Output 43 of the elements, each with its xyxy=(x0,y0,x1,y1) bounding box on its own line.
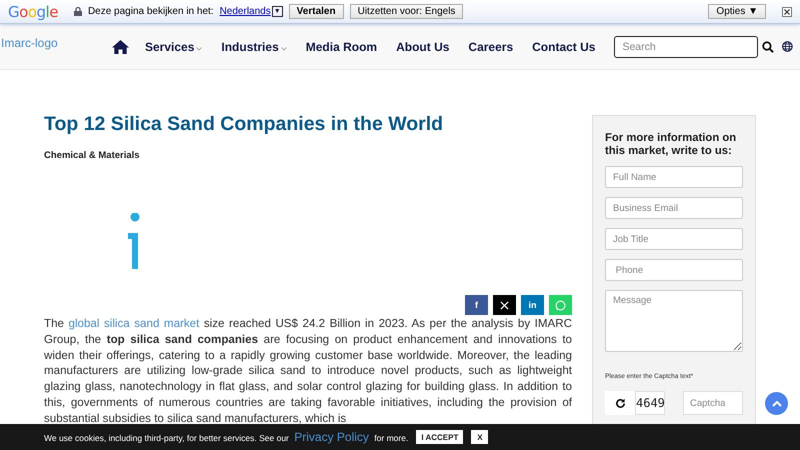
language-link[interactable]: Nederlands xyxy=(220,6,271,17)
search-field[interactable]: Search xyxy=(614,36,758,58)
message-field[interactable]: Message xyxy=(605,290,743,352)
lock-icon xyxy=(74,7,82,16)
refresh-button[interactable] xyxy=(605,391,635,415)
accept-button[interactable]: I ACCEPT xyxy=(416,430,464,444)
info-logo-icon xyxy=(128,213,142,269)
nav-item[interactable]: Media Room xyxy=(306,40,378,54)
captcha-field[interactable]: Captcha xyxy=(683,391,743,415)
input-field[interactable]: Full Name xyxy=(605,166,743,188)
x-icon xyxy=(500,300,509,310)
facebook-share-button[interactable]: f xyxy=(465,295,488,315)
close-icon[interactable] xyxy=(782,6,792,16)
input-field[interactable]: Phone xyxy=(605,259,743,281)
google-logo: Google xyxy=(8,2,58,20)
globe-icon[interactable] xyxy=(782,41,793,52)
article-title: Top 12 Silica Sand Companies in the World xyxy=(44,113,444,135)
form-heading: For more information on this market, write to us: xyxy=(605,132,738,158)
nav-item[interactable]: About Us xyxy=(396,40,450,54)
captcha-code: 4649 xyxy=(635,391,665,415)
chevron-up-icon xyxy=(772,400,782,406)
home-icon[interactable] xyxy=(112,40,129,54)
search-icon[interactable] xyxy=(762,40,774,52)
article-paragraph: The global silica sand market size reached US$ 24.2 Billion in 2023. As per the analysis by IMARC Group, the top silica sand companies are focusing on product enhancement and innovations to widen their offerings, catering to a rapidly growing customer base worldwide. Moreover, the leading manufacturers are utilizing low-grade silica sand to introduce novel products, such as lightweight glazing glass, nanotechnology in flat glass, and solar control glazing for building glass. In addition to this, governments of numerous countries are taking favorable initiatives, including the provision of substantial subsidies to silica sand manufacturers, which is xyxy=(44,316,572,427)
options-button[interactable]: Opties ▼ xyxy=(708,4,766,19)
input-field[interactable]: Business Email xyxy=(605,197,743,219)
nav-item[interactable]: Careers xyxy=(468,40,514,54)
nav-item[interactable]: Industries xyxy=(221,40,287,54)
x-share-button[interactable] xyxy=(493,295,516,315)
nav-item[interactable]: Services xyxy=(145,40,202,54)
input-field[interactable]: Job Title xyxy=(605,228,743,250)
scroll-top-button[interactable] xyxy=(765,392,788,415)
privacy-policy-link[interactable]: Privacy Policy xyxy=(294,430,369,444)
translate-prompt: Deze pagina bekijken in het: xyxy=(88,6,214,17)
translate-button[interactable]: Vertalen xyxy=(288,4,344,19)
cookie-notice: We use cookies, including third-party, for better services. See our Privacy Policy for more. xyxy=(44,430,408,444)
nav-item[interactable]: Contact Us xyxy=(532,40,596,54)
category-label[interactable]: Chemical & Materials xyxy=(44,150,572,161)
close-button[interactable]: X xyxy=(471,430,488,444)
refresh-icon xyxy=(614,398,626,408)
chat-bubble-icon xyxy=(555,300,566,310)
disable-translation-button[interactable]: Uitzetten voor: Engels xyxy=(350,4,464,19)
linkedin-share-button[interactable]: in xyxy=(521,295,544,315)
